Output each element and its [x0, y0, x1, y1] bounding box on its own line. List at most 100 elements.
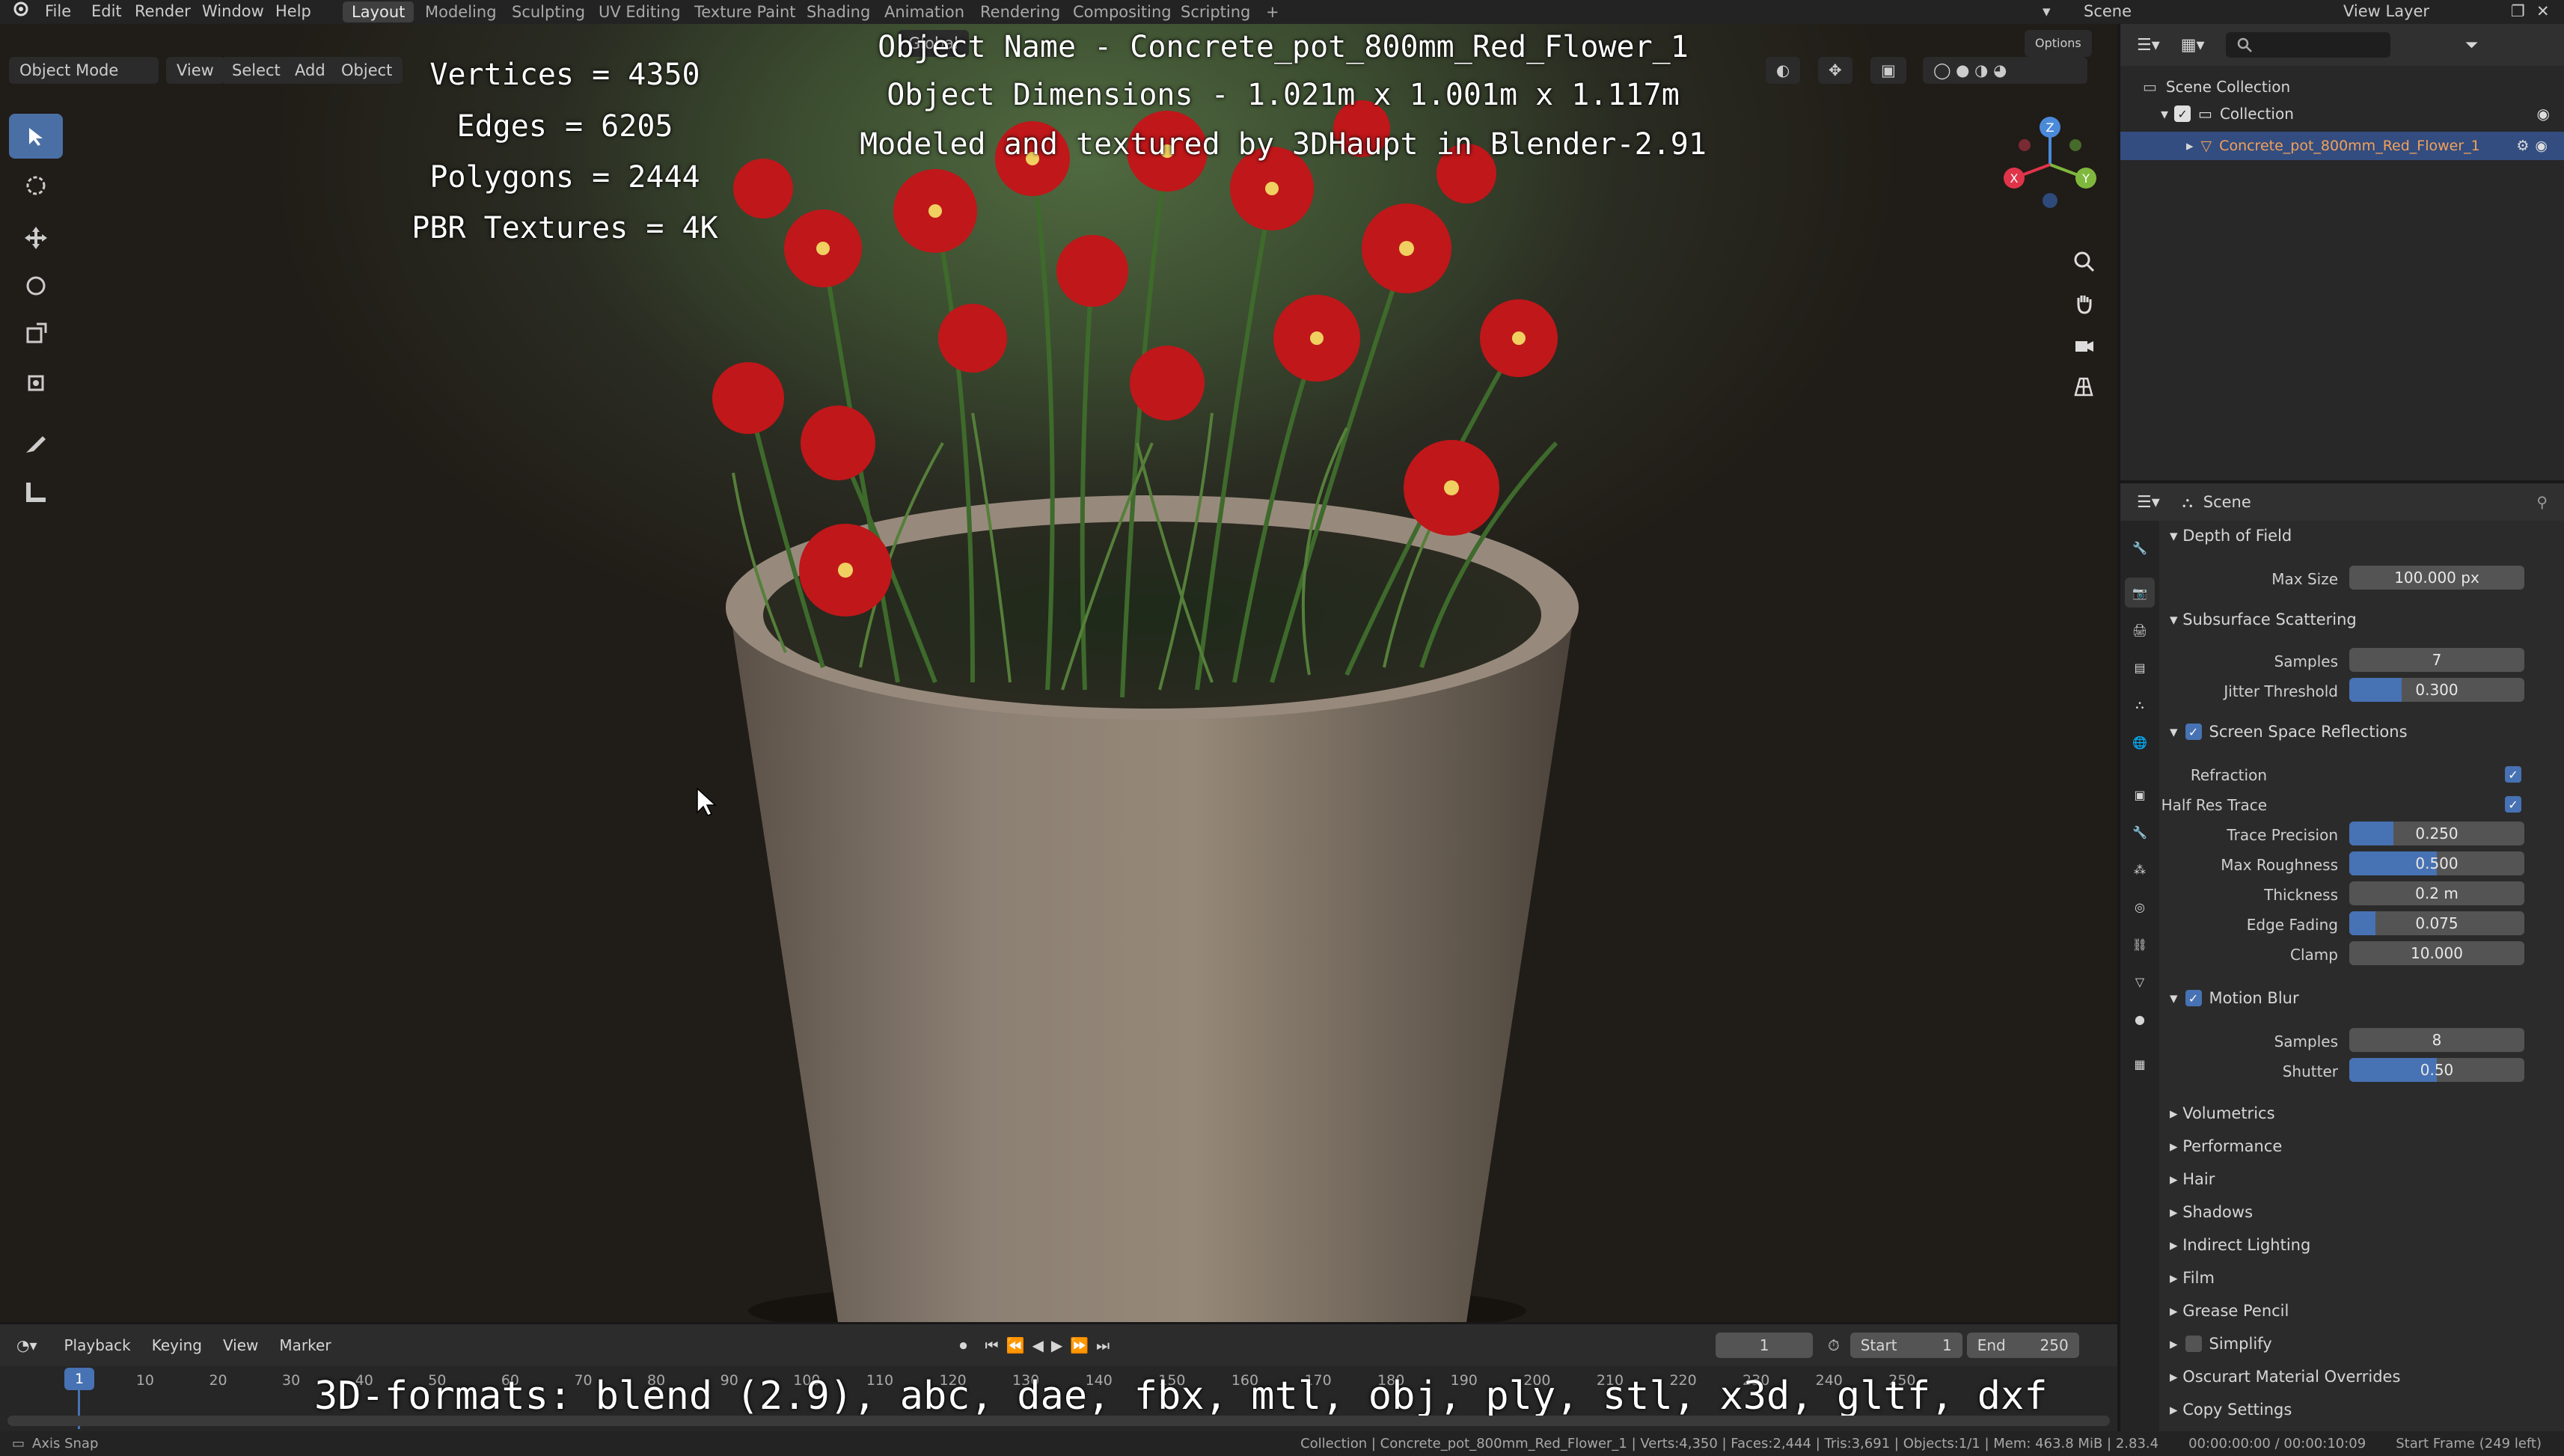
clock-icon[interactable]: ⏱: [1828, 1336, 1840, 1354]
section-oscurart-overrides[interactable]: ▸ Oscurart Material Overrides: [2170, 1368, 2400, 1386]
half-res-trace-checkbox[interactable]: ✓: [2505, 796, 2521, 813]
annotate-tool-icon[interactable]: [9, 420, 63, 465]
playback-controls[interactable]: ⏮⏪◀▶⏩⏭: [985, 1336, 1118, 1354]
ssr-enable-checkbox[interactable]: ✓: [2185, 724, 2202, 740]
overlay-toggle-icon[interactable]: ◐: [1766, 57, 1801, 84]
keying-menu[interactable]: Keying: [152, 1336, 202, 1354]
collection-checkbox[interactable]: ✓: [2174, 105, 2191, 122]
section-screen-space-reflections[interactable]: ▾ ✓ Screen Space Reflections: [2170, 723, 2408, 741]
expand-chevron-icon[interactable]: ▸: [2186, 138, 2194, 154]
tab-modeling[interactable]: Modeling: [416, 1, 506, 22]
playhead-indicator[interactable]: 1: [64, 1368, 94, 1390]
filter-icon[interactable]: ⏷: [2465, 36, 2479, 55]
modifier-icon[interactable]: ⚙: [2516, 138, 2529, 154]
section-hair[interactable]: ▸ Hair: [2170, 1170, 2215, 1188]
scene-selector[interactable]: Scene: [2076, 0, 2226, 24]
material-tab-icon[interactable]: ●: [2125, 1004, 2155, 1034]
section-simplify[interactable]: ▸ Simplify: [2170, 1335, 2272, 1353]
expand-chevron-icon[interactable]: ▾: [2161, 105, 2168, 123]
blender-logo-icon[interactable]: [4, 0, 36, 24]
select-box-tool-icon[interactable]: [9, 114, 63, 159]
tab-compositing[interactable]: Compositing: [1064, 1, 1181, 22]
outliner-row-object[interactable]: ▸ ▽ Concrete_pot_800mm_Red_Flower_1 ⚙ ◉: [2120, 132, 2564, 160]
pan-hand-icon[interactable]: [2065, 284, 2102, 322]
max-size-field[interactable]: 100.000 px: [2349, 566, 2524, 590]
current-frame-field[interactable]: 1: [1716, 1333, 1814, 1358]
output-tab-icon[interactable]: 🖨: [2125, 615, 2155, 645]
tab-animation[interactable]: Animation: [875, 1, 973, 22]
gizmo-toggle-icon[interactable]: ✥: [1818, 57, 1852, 84]
tab-layout[interactable]: Layout: [343, 1, 414, 22]
rotate-tool-icon[interactable]: [9, 263, 63, 308]
object-mode-selector[interactable]: Object Mode: [9, 57, 159, 84]
outliner-row-scene-collection[interactable]: ▭ Scene Collection: [2143, 78, 2290, 96]
xray-toggle-icon[interactable]: ▣: [1870, 57, 1906, 84]
scale-tool-icon[interactable]: [9, 311, 63, 356]
tab-texture-paint[interactable]: Texture Paint: [685, 1, 805, 22]
thickness-field[interactable]: 0.2 m: [2349, 881, 2524, 905]
end-frame-field[interactable]: End 250: [1966, 1333, 2079, 1358]
menu-help[interactable]: Help: [268, 0, 319, 24]
view-layer-selector[interactable]: View Layer: [2336, 0, 2500, 24]
navigation-gizmo[interactable]: Z Y X: [1998, 112, 2102, 217]
refraction-checkbox[interactable]: ✓: [2505, 766, 2521, 783]
measure-tool-icon[interactable]: [9, 470, 63, 515]
editor-type-icon[interactable]: ☰▾: [2137, 36, 2160, 55]
visibility-eye-icon[interactable]: ◉: [2537, 105, 2550, 123]
shutter-slider[interactable]: 0.50: [2349, 1058, 2524, 1082]
menu-window[interactable]: Window: [195, 0, 272, 24]
timeline-view-menu[interactable]: View: [223, 1336, 258, 1354]
tab-sculpting[interactable]: Sculpting: [503, 1, 594, 22]
scene-icon[interactable]: ▾: [2035, 0, 2058, 24]
3d-viewport[interactable]: Object Mode View Select Add Object Globa…: [0, 24, 2117, 1322]
motion-blur-checkbox[interactable]: ✓: [2185, 990, 2202, 1006]
shading-modes[interactable]: ◯ ● ◑ ◕: [1923, 57, 2087, 84]
menu-file[interactable]: File: [37, 0, 79, 24]
viewport-menu-view[interactable]: View: [166, 57, 224, 84]
section-grease-pencil[interactable]: ▸ Grease Pencil: [2170, 1302, 2289, 1320]
menu-render[interactable]: Render: [127, 0, 198, 24]
edge-fading-slider[interactable]: 0.075: [2349, 911, 2524, 935]
section-subsurface-scattering[interactable]: ▾ Subsurface Scattering: [2170, 611, 2357, 628]
timeline-scrollbar[interactable]: [7, 1416, 2110, 1426]
zoom-icon[interactable]: [2065, 242, 2102, 280]
viewport-menu-select[interactable]: Select: [221, 57, 291, 84]
playback-menu[interactable]: Playback: [64, 1336, 131, 1354]
section-film[interactable]: ▸ Film: [2170, 1269, 2215, 1287]
max-roughness-slider[interactable]: 0.500: [2349, 851, 2524, 875]
section-depth-of-field[interactable]: ▾ Depth of Field: [2170, 527, 2292, 545]
trace-precision-slider[interactable]: 0.250: [2349, 822, 2524, 845]
outliner-search-input[interactable]: [2225, 32, 2390, 58]
section-performance[interactable]: ▸ Performance: [2170, 1137, 2282, 1155]
marker-menu[interactable]: Marker: [279, 1336, 331, 1354]
clamp-field[interactable]: 10.000: [2349, 941, 2524, 965]
viewport-menu-add[interactable]: Add: [284, 57, 336, 84]
cursor-tool-icon[interactable]: [9, 163, 63, 208]
tab-uv-editing[interactable]: UV Editing: [590, 1, 690, 22]
tab-shading[interactable]: Shading: [798, 1, 879, 22]
camera-view-icon[interactable]: [2065, 326, 2102, 364]
pin-icon[interactable]: ⚲: [2536, 493, 2548, 511]
start-frame-field[interactable]: Start 1: [1849, 1333, 1962, 1358]
tab-scripting[interactable]: Scripting: [1172, 1, 1259, 22]
section-volumetrics[interactable]: ▸ Volumetrics: [2170, 1104, 2275, 1122]
editor-type-icon[interactable]: ☰▾: [2137, 493, 2160, 512]
editor-type-icon[interactable]: ◔▾: [16, 1336, 37, 1354]
outliner-row-collection[interactable]: ▾ ✓ ▭ Collection ◉: [2161, 105, 2550, 123]
section-motion-blur[interactable]: ▾ ✓ Motion Blur: [2170, 989, 2299, 1007]
section-shadows[interactable]: ▸ Shadows: [2170, 1203, 2253, 1221]
world-tab-icon[interactable]: 🌐: [2125, 727, 2155, 757]
options-dropdown[interactable]: Options: [2025, 30, 2092, 57]
viewport-menu-object[interactable]: Object: [331, 57, 403, 84]
move-tool-icon[interactable]: [9, 215, 63, 260]
mb-samples-field[interactable]: 8: [2349, 1028, 2524, 1052]
data-tab-icon[interactable]: ▽: [2125, 967, 2155, 997]
transform-tool-icon[interactable]: [9, 361, 63, 406]
sss-samples-field[interactable]: 7: [2349, 648, 2524, 672]
close-icon[interactable]: ✕: [2529, 0, 2557, 24]
perspective-grid-icon[interactable]: [2065, 368, 2102, 406]
copy-icon[interactable]: ❐: [2503, 0, 2533, 24]
add-workspace-button[interactable]: +: [1257, 1, 1288, 22]
visibility-eye-icon[interactable]: ◉: [2535, 138, 2548, 154]
display-mode-icon[interactable]: ▦▾: [2181, 36, 2205, 55]
